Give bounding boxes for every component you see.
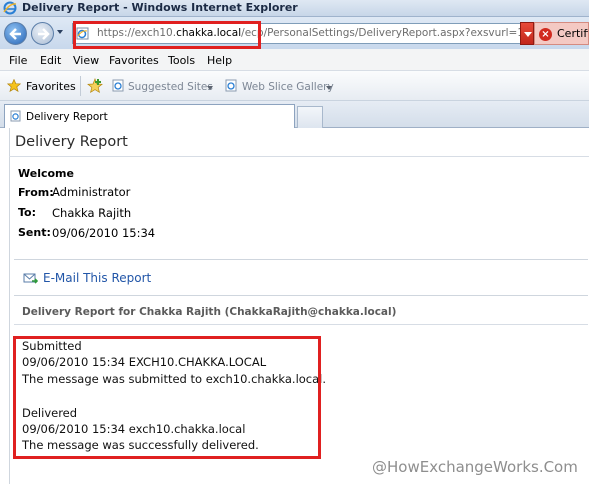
menu-favorites[interactable]: Favorites xyxy=(109,54,159,67)
to-value: Chakka Rajith xyxy=(52,206,132,220)
address-highlight-box xyxy=(73,21,261,49)
window-title-bar[interactable]: Delivery Report - Windows Internet Explo… xyxy=(0,0,589,17)
tab-label: Delivery Report xyxy=(26,111,108,123)
separator xyxy=(80,76,81,96)
ie-page-icon xyxy=(225,79,237,92)
tab-delivery-report[interactable]: Delivery Report xyxy=(4,104,295,128)
forward-arrow-icon xyxy=(38,28,50,40)
divider xyxy=(14,324,588,325)
favorites-star-icon[interactable] xyxy=(7,79,21,92)
back-arrow-icon xyxy=(9,28,21,40)
menu-view[interactable]: View xyxy=(73,54,99,67)
url-suffix: /ecp/PersonalSettings/DeliveryReport.asp… xyxy=(241,27,529,39)
from-label: From: xyxy=(18,186,54,199)
email-report-icon[interactable] xyxy=(23,272,38,285)
menu-file[interactable]: File xyxy=(9,54,27,67)
ie-page-icon xyxy=(112,79,124,92)
page-content: Delivery Report Welcome From: Administra… xyxy=(0,128,589,484)
chevron-down-icon[interactable] xyxy=(207,86,213,90)
welcome-heading: Welcome xyxy=(18,167,74,180)
events-highlight-box xyxy=(13,336,321,459)
new-tab-button[interactable] xyxy=(297,106,323,128)
to-label: To: xyxy=(18,206,36,219)
sent-value: 09/06/2010 15:34 xyxy=(52,226,156,240)
divider xyxy=(9,128,10,484)
chevron-down-icon[interactable] xyxy=(326,86,332,90)
certificate-label: Certifi xyxy=(557,27,589,40)
internet-explorer-icon xyxy=(3,1,17,15)
from-value: Administrator xyxy=(52,185,131,199)
error-icon: × xyxy=(539,28,552,41)
sent-label: Sent: xyxy=(18,226,51,239)
address-dropdown-button[interactable] xyxy=(520,22,534,45)
favorites-bar: Favorites Suggested Sites Web Slice Gall… xyxy=(0,71,589,101)
certificate-error-button[interactable]: × Certifi xyxy=(534,22,589,45)
favorite-suggested-sites[interactable]: Suggested Sites xyxy=(128,81,213,93)
menu-edit[interactable]: Edit xyxy=(40,54,61,67)
add-to-favorites-icon[interactable] xyxy=(87,78,103,94)
menu-tools[interactable]: Tools xyxy=(168,54,195,67)
page-title: Delivery Report xyxy=(15,134,128,150)
tab-strip: Delivery Report xyxy=(0,101,589,128)
ie-page-icon xyxy=(10,110,21,122)
recent-pages-dropdown-icon[interactable] xyxy=(57,30,63,34)
divider xyxy=(9,156,589,157)
menu-help[interactable]: Help xyxy=(207,54,232,67)
favorites-button[interactable]: Favorites xyxy=(26,80,76,93)
back-button[interactable] xyxy=(4,22,27,45)
report-for-heading: Delivery Report for Chakka Rajith (Chakk… xyxy=(22,306,397,318)
watermark: @HowExchangeWorks.Com xyxy=(372,458,578,476)
email-this-report-link[interactable]: E-Mail This Report xyxy=(43,271,151,285)
favorite-web-slice-gallery[interactable]: Web Slice Gallery xyxy=(242,81,334,93)
window-title: Delivery Report - Windows Internet Explo… xyxy=(22,1,298,14)
menu-bar: File Edit View Favorites Tools Help xyxy=(0,49,589,71)
forward-button[interactable] xyxy=(31,22,54,45)
